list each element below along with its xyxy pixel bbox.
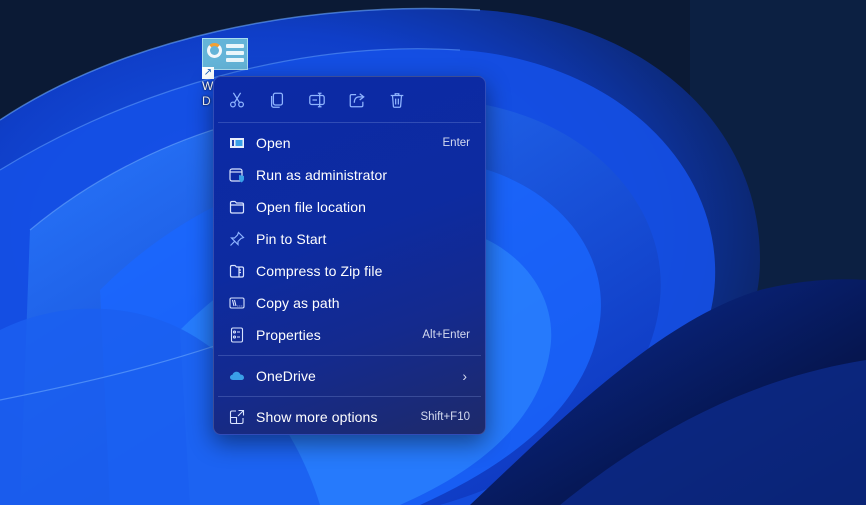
path-icon xyxy=(228,294,246,312)
share-button[interactable] xyxy=(346,89,368,111)
menu-onedrive-group: OneDrive › xyxy=(214,356,485,396)
zip-folder-icon xyxy=(228,262,246,280)
cut-button[interactable] xyxy=(226,89,248,111)
menu-item-copy-as-path[interactable]: Copy as path xyxy=(218,287,481,319)
expand-icon xyxy=(228,408,246,426)
share-icon xyxy=(349,92,365,107)
menu-item-run-as-administrator[interactable]: Run as administrator xyxy=(218,159,481,191)
menu-item-open[interactable]: Open Enter xyxy=(218,127,481,159)
thumb-bar xyxy=(226,58,244,62)
icon-label-line1: W xyxy=(202,79,214,93)
app-thumbnail xyxy=(202,38,248,70)
cloud-icon xyxy=(228,367,246,385)
properties-icon xyxy=(228,326,246,344)
open-window-icon xyxy=(228,134,246,152)
menu-item-label: Pin to Start xyxy=(256,231,327,247)
scissors-icon xyxy=(229,91,245,107)
thumb-bar xyxy=(226,51,244,55)
menu-item-shortcut: Shift+F10 xyxy=(420,411,470,423)
gauge-graphic xyxy=(207,43,222,58)
menu-item-label: Open xyxy=(256,135,291,151)
rename-button[interactable] xyxy=(306,89,328,111)
menu-item-show-more-options[interactable]: Show more options Shift+F10 xyxy=(218,401,481,433)
menu-more-group: Show more options Shift+F10 xyxy=(214,397,485,437)
menu-item-shortcut: Alt+Enter xyxy=(422,329,470,341)
menu-item-label: Properties xyxy=(256,327,321,343)
icon-label-line2: D xyxy=(202,94,211,108)
menu-item-properties[interactable]: Properties Alt+Enter xyxy=(218,319,481,351)
menu-item-label: OneDrive xyxy=(256,368,316,384)
chevron-right-icon: › xyxy=(462,368,467,384)
menu-main-group: Open Enter Run as administrator Open fil… xyxy=(214,123,485,351)
shield-window-icon xyxy=(228,166,246,184)
rename-icon xyxy=(309,92,325,107)
menu-item-label: Compress to Zip file xyxy=(256,263,383,279)
context-menu: Open Enter Run as administrator Open fil… xyxy=(213,76,486,435)
menu-item-compress-to-zip[interactable]: Compress to Zip file xyxy=(218,255,481,287)
delete-button[interactable] xyxy=(386,89,408,111)
menu-item-label: Open file location xyxy=(256,199,366,215)
menu-item-label: Run as administrator xyxy=(256,167,388,183)
menu-item-pin-to-start[interactable]: Pin to Start xyxy=(218,223,481,255)
thumb-bar xyxy=(226,44,244,48)
context-menu-toolbar xyxy=(214,77,485,122)
desktop-icon-label: W D xyxy=(202,79,213,109)
menu-item-onedrive[interactable]: OneDrive › xyxy=(218,360,481,392)
copy-icon xyxy=(270,92,284,108)
shortcut-arrow-icon: ↗ xyxy=(202,67,214,79)
menu-item-label: Show more options xyxy=(256,409,378,425)
trash-icon xyxy=(390,92,404,108)
folder-icon xyxy=(228,198,246,216)
menu-item-open-file-location[interactable]: Open file location xyxy=(218,191,481,223)
copy-button[interactable] xyxy=(266,89,288,111)
menu-item-label: Copy as path xyxy=(256,295,340,311)
pin-icon xyxy=(228,230,246,248)
menu-item-shortcut: Enter xyxy=(442,137,471,149)
